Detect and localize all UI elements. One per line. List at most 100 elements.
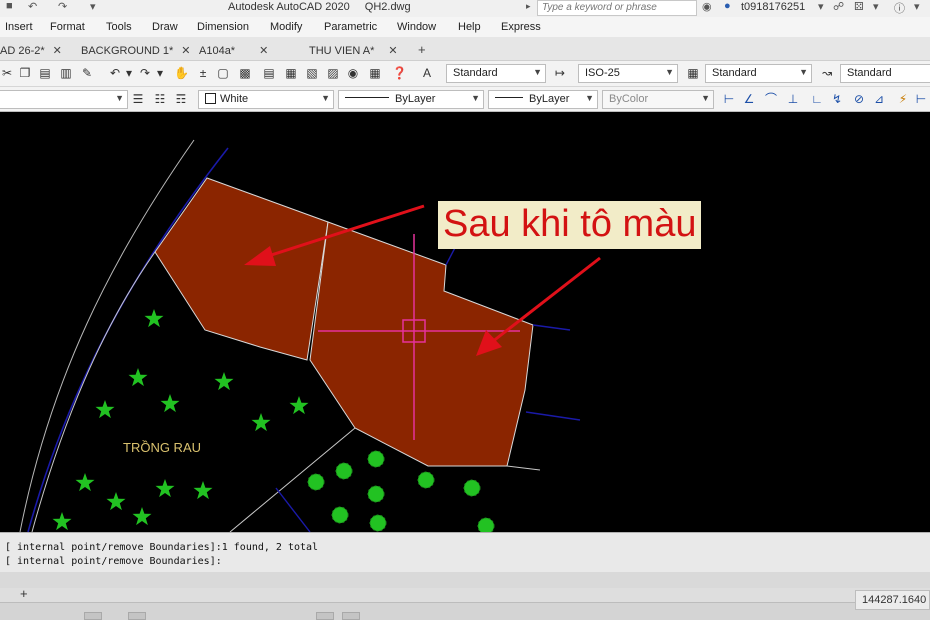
zoom-window-icon[interactable]: ▢ <box>216 66 230 80</box>
match-properties-icon[interactable]: ✎ <box>80 66 94 80</box>
binoculars-icon[interactable]: ◉ <box>702 0 712 13</box>
menu-express[interactable]: Express <box>501 21 541 33</box>
aligned-dimension-icon[interactable]: ∠ <box>742 92 756 106</box>
jogged-dimension-icon[interactable]: ↯ <box>830 92 844 106</box>
copy-icon[interactable]: ❐ <box>18 66 32 80</box>
diameter-dimension-icon[interactable]: ⊘ <box>852 92 866 106</box>
redo-icon[interactable]: ↷ <box>58 0 67 13</box>
network-icon[interactable]: ⚄ <box>854 0 864 13</box>
text-style-select[interactable]: Standard ▼ <box>446 64 546 83</box>
close-icon[interactable]: ✕ <box>53 45 62 57</box>
tab-ad-26-2[interactable]: AD 26-2* ✕ <box>0 40 68 61</box>
menu-dimension[interactable]: Dimension <box>197 21 249 33</box>
layout-tab-bar: + <box>0 586 930 602</box>
linear-dimension-icon[interactable]: ⊢ <box>722 92 736 106</box>
chevron-right-icon[interactable]: ▸ <box>526 1 531 12</box>
ortho-toggle-icon[interactable] <box>342 612 360 620</box>
table-style-icon[interactable]: ▦ <box>686 66 700 80</box>
chevron-down-icon: ▼ <box>321 93 330 103</box>
multileader-style-icon[interactable]: ↝ <box>820 66 834 80</box>
tool-palettes-icon[interactable]: ▧ <box>305 66 319 80</box>
sheet-set-icon[interactable]: ▨ <box>326 66 340 80</box>
menu-help[interactable]: Help <box>458 21 481 33</box>
lineweight-select[interactable]: ByLayer ▼ <box>488 90 598 109</box>
menu-modify[interactable]: Modify <box>270 21 302 33</box>
tree-symbol <box>106 492 126 511</box>
user-icon[interactable]: ● <box>724 0 731 12</box>
color-select[interactable]: White ▼ <box>198 90 334 109</box>
qat-dropdown-icon[interactable]: ▾ <box>90 0 96 13</box>
arc-length-icon[interactable]: ⌒ <box>764 92 778 106</box>
user-name[interactable]: t0918176251 <box>741 1 805 13</box>
dim-style-value: ISO-25 <box>585 67 620 79</box>
zoom-previous-icon[interactable]: ▩ <box>238 66 252 80</box>
cut-icon[interactable]: ✂ <box>0 66 14 80</box>
shrub-symbol <box>367 485 385 503</box>
drawing-canvas[interactable]: Sau khi tô màu TRỒNG RAU <box>0 112 930 532</box>
new-layout-plus-icon[interactable]: + <box>20 586 28 601</box>
model-space-icon[interactable] <box>84 612 102 620</box>
command-input[interactable] <box>0 572 930 588</box>
cart-icon[interactable]: ☍ <box>833 0 844 13</box>
pan-hand-icon[interactable]: ✋ <box>174 66 189 80</box>
properties-icon[interactable]: ▤ <box>262 66 276 80</box>
calculator-icon[interactable]: ▦ <box>368 66 382 80</box>
chevron-down-icon[interactable]: ▾ <box>914 0 920 13</box>
table-style-select[interactable]: Standard ▼ <box>705 64 812 83</box>
menu-format[interactable]: Format <box>50 21 85 33</box>
new-tab-plus-icon[interactable]: + <box>418 42 426 57</box>
tree-symbol <box>214 372 234 391</box>
make-object-layer-current-icon[interactable]: ☰ <box>131 92 145 106</box>
linetype-value: ByLayer <box>395 93 436 105</box>
layer-previous-icon[interactable]: ☶ <box>174 92 188 106</box>
lineweight-value: ByLayer <box>529 93 570 105</box>
baseline-dimension-icon[interactable]: ⊢ <box>914 92 928 106</box>
chevron-down-icon: ▼ <box>471 93 480 103</box>
color-value: White <box>220 93 249 105</box>
undo-icon[interactable]: ↶ <box>28 0 37 13</box>
tree-symbol <box>128 368 148 387</box>
redo-icon[interactable]: ↷ <box>138 66 152 80</box>
close-icon[interactable]: ✕ <box>259 45 268 57</box>
boundary-line <box>506 465 541 471</box>
snap-toggle-icon[interactable] <box>316 612 334 620</box>
help-icon[interactable]: ❓ <box>392 66 407 80</box>
menu-parametric[interactable]: Parametric <box>324 21 377 33</box>
hatched-parcel-left <box>154 177 329 361</box>
markup-icon[interactable]: ◉ <box>346 66 360 80</box>
angular-dimension-icon[interactable]: ⊿ <box>872 92 886 106</box>
tab-thu-vien-a[interactable]: THU VIEN A* ✕ <box>303 40 404 61</box>
save-icon[interactable]: ■ <box>6 0 13 12</box>
menu-tools[interactable]: Tools <box>106 21 132 33</box>
paste-special-icon[interactable]: ▥ <box>59 66 73 80</box>
ordinate-dimension-icon[interactable]: ⊥ <box>786 92 800 106</box>
layer-select[interactable]: ▼ <box>0 90 128 109</box>
menu-draw[interactable]: Draw <box>152 21 178 33</box>
chevron-down-icon[interactable]: ▾ <box>818 0 824 13</box>
quick-dimension-icon[interactable]: ⚡ <box>896 92 910 106</box>
layer-states-icon[interactable]: ☷ <box>153 92 167 106</box>
search-input[interactable]: Type a keyword or phrase <box>537 0 697 16</box>
dim-style-icon[interactable]: ↦ <box>553 66 567 80</box>
help-icon[interactable]: ⓘ <box>894 0 905 16</box>
paste-icon[interactable]: ▤ <box>38 66 52 80</box>
undo-icon[interactable]: ↶ <box>108 66 122 80</box>
chevron-down-icon[interactable]: ▾ <box>122 66 136 80</box>
chevron-down-icon[interactable]: ▾ <box>873 0 879 13</box>
multileader-style-select[interactable]: Standard <box>840 64 930 83</box>
plot-style-select[interactable]: ByColor ▼ <box>602 90 714 109</box>
radius-dimension-icon[interactable]: ∟ <box>810 92 824 106</box>
close-icon[interactable]: ✕ <box>388 45 397 57</box>
tab-background-1[interactable]: BACKGROUND 1* ✕ <box>75 40 197 61</box>
linetype-select[interactable]: ByLayer ▼ <box>338 90 484 109</box>
menu-insert[interactable]: Insert <box>5 21 33 33</box>
chevron-down-icon[interactable]: ▾ <box>153 66 167 80</box>
grid-toggle-icon[interactable] <box>128 612 146 620</box>
text-style-icon[interactable]: A <box>420 66 434 80</box>
design-center-icon[interactable]: ▦ <box>284 66 298 80</box>
zoom-realtime-icon[interactable]: ± <box>196 66 210 80</box>
close-icon[interactable]: ✕ <box>181 45 190 57</box>
menu-window[interactable]: Window <box>397 21 436 33</box>
tab-a104a[interactable]: A104a* ✕ <box>193 40 274 61</box>
dim-style-select[interactable]: ISO-25 ▼ <box>578 64 678 83</box>
